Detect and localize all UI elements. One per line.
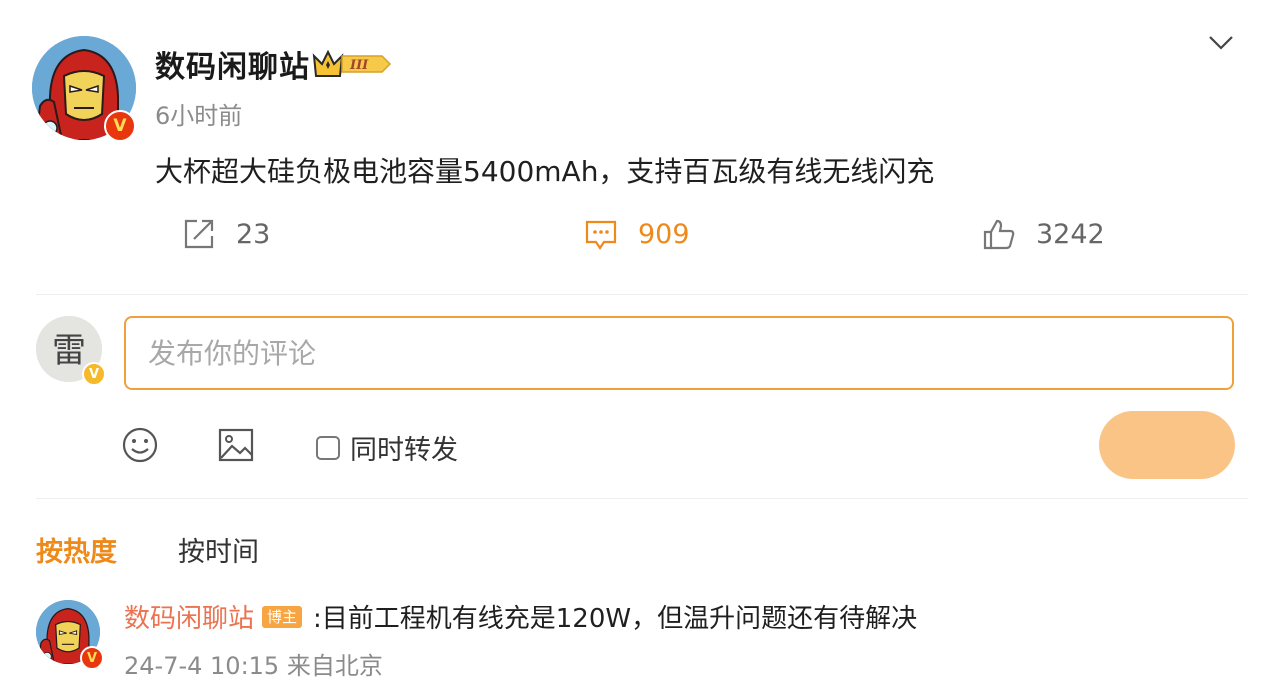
- post-author-name[interactable]: 数码闲聊站: [155, 42, 310, 86]
- share-icon: [184, 219, 214, 249]
- comment-author-name[interactable]: 数码闲聊站: [124, 598, 254, 635]
- author-badge: 博主: [262, 606, 303, 628]
- checkbox-box[interactable]: [316, 435, 340, 460]
- post-timestamp: 6小时前: [155, 102, 243, 130]
- vip-crown-icon: III: [312, 49, 392, 77]
- avatar-character: 雷: [52, 331, 86, 371]
- comment-input[interactable]: [124, 316, 1234, 390]
- repost-button[interactable]: 23: [182, 212, 270, 256]
- chevron-down-icon[interactable]: [1206, 30, 1236, 54]
- tab-sort-time[interactable]: 按时间: [178, 530, 259, 569]
- like-count: 3242: [1036, 218, 1105, 250]
- weibo-post-card: V 数码闲聊站 III 6小时前 大杯超大硅负极电池容量5400mAh，支持百瓦…: [0, 0, 1283, 697]
- comment-count: 909: [638, 218, 690, 250]
- comment-text: :目前工程机有线充是120W，但温升问题还有待解决: [313, 604, 918, 634]
- thumbs-up-icon: [983, 219, 1015, 250]
- like-button[interactable]: 3242: [982, 212, 1105, 256]
- image-icon[interactable]: [216, 425, 256, 465]
- verified-badge-icon: V: [82, 362, 106, 386]
- verified-badge-icon: V: [80, 646, 104, 670]
- repost-checkbox-label: 同时转发: [350, 435, 458, 466]
- comment-icon: [585, 220, 617, 250]
- vip-level-text: III: [349, 58, 369, 73]
- verified-badge-icon: V: [104, 110, 136, 142]
- repost-checkbox[interactable]: 同时转发: [316, 428, 458, 467]
- post-content: 大杯超大硅负极电池容量5400mAh，支持百瓦级有线无线闪充: [155, 155, 935, 188]
- tab-sort-hot[interactable]: 按热度: [36, 530, 117, 569]
- smiley-icon[interactable]: [120, 425, 160, 465]
- divider: [36, 498, 1248, 499]
- divider: [36, 294, 1248, 295]
- repost-count: 23: [236, 218, 271, 250]
- comment-meta: 24-7-4 10:15 来自北京: [124, 652, 383, 680]
- comment-button[interactable]: 909: [584, 212, 690, 256]
- submit-comment-button[interactable]: [1099, 411, 1235, 479]
